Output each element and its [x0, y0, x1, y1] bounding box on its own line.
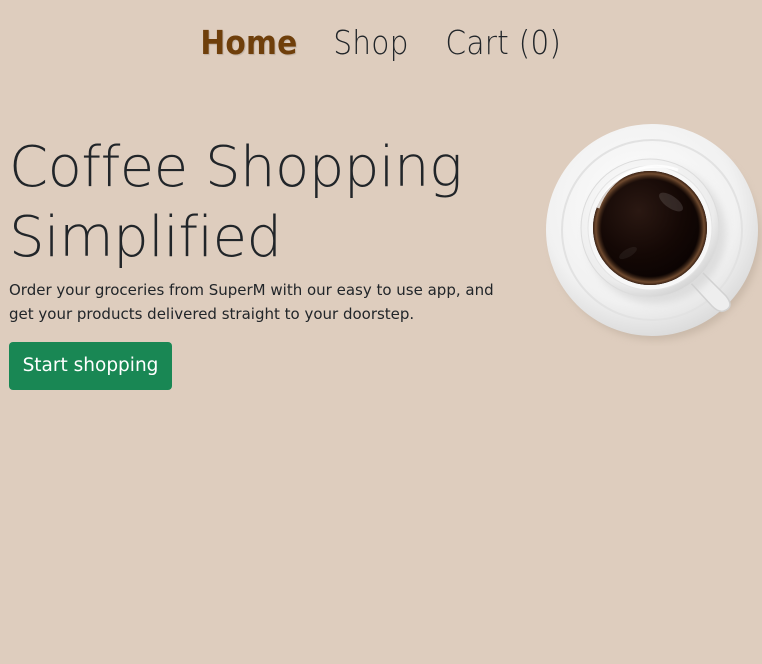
- nav-link-shop[interactable]: Shop: [333, 26, 408, 59]
- nav-link-cart[interactable]: Cart (0): [445, 26, 561, 59]
- start-shopping-button[interactable]: Start shopping: [9, 342, 172, 390]
- hero-title: Coffee Shopping Simplified: [9, 133, 489, 273]
- main-nav: Home Shop Cart (0): [0, 0, 762, 84]
- nav-link-home[interactable]: Home: [200, 26, 297, 59]
- hero-description: Order your groceries from SuperM with ou…: [9, 281, 494, 323]
- hero-title-line-2: Simplified: [9, 205, 282, 270]
- coffee-cup-image: [546, 124, 760, 340]
- hero-title-line-1: Coffee Shopping: [9, 135, 463, 200]
